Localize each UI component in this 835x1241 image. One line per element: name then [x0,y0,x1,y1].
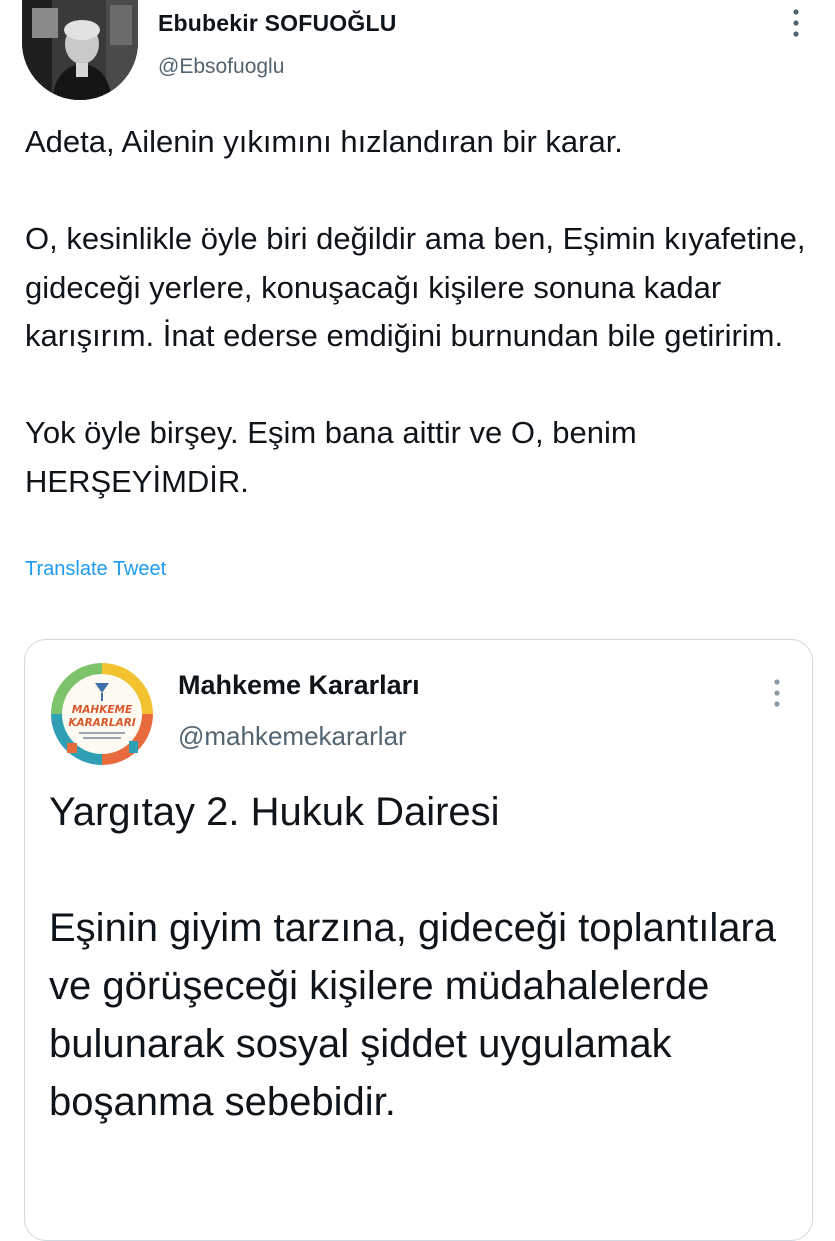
logo-line-1: MAHKEME [72,704,133,716]
quoted-tweet[interactable]: MAHKEME KARARLARI Mahkeme Kararları @mah… [24,639,813,1241]
mahkeme-kararlari-logo-icon: MAHKEME KARARLARI [45,657,159,771]
tweet-header: Ebubekir SOFUOĞLU @Ebsofuoglu [0,0,835,110]
translate-tweet-link[interactable]: Translate Tweet [25,558,166,581]
quoted-author-handle[interactable]: @mahkemekararlar [178,721,407,752]
quoted-tweet-text: Yargıtay 2. Hukuk Dairesi Eşinin giyim t… [49,790,777,1124]
more-vertical-icon[interactable] [786,6,806,40]
author-avatar[interactable] [22,0,138,100]
author-name[interactable]: Ebubekir SOFUOĞLU [158,10,397,37]
quoted-author-name[interactable]: Mahkeme Kararları [178,670,420,701]
quoted-author-avatar[interactable]: MAHKEME KARARLARI [45,657,159,771]
more-vertical-icon[interactable] [767,676,787,710]
author-handle[interactable]: @Ebsofuoglu [158,55,284,79]
profile-photo-icon [22,0,138,100]
tweet-text: Adeta, Ailenin yıkımını hızlandıran bir … [25,124,806,499]
logo-line-2: KARARLARI [68,717,135,729]
